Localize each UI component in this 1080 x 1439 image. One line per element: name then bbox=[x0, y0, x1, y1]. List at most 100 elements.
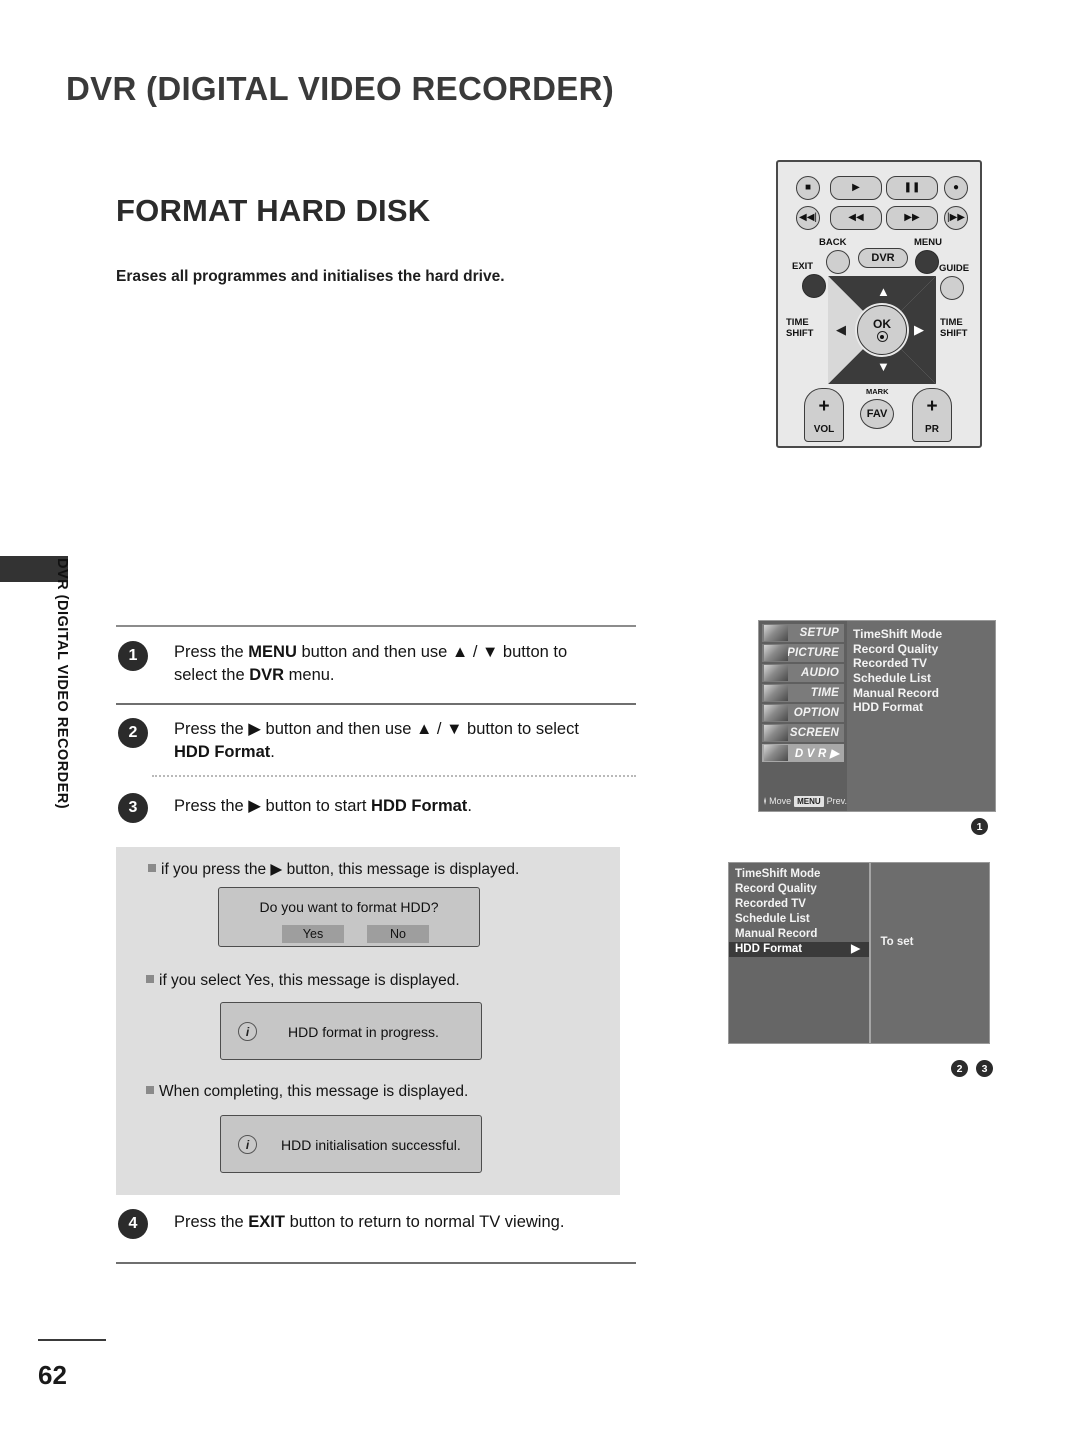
osd-item-manual-record[interactable]: Manual Record bbox=[853, 686, 995, 701]
dpad-right-arrow-icon: ▶ bbox=[914, 322, 924, 337]
skip-back-button[interactable]: ◀◀| bbox=[796, 206, 820, 230]
menu-key-chip: MENU bbox=[794, 795, 824, 807]
step-1-menu-keyword: MENU bbox=[248, 643, 297, 661]
step-3-hdd-format-keyword: HDD Format bbox=[371, 797, 468, 815]
step-1-line2-c: menu. bbox=[284, 666, 335, 685]
menu-button[interactable] bbox=[915, 250, 939, 274]
messages-panel: if you press the ▶ button, this message … bbox=[116, 847, 620, 1195]
osd-category-option-label: OPTION bbox=[793, 707, 839, 719]
bullet-square-icon bbox=[148, 864, 156, 872]
step-2-text: Press the ▶ button and then use ▲ / ▼ bu… bbox=[174, 718, 644, 765]
note-1: if you press the ▶ button, this message … bbox=[148, 860, 519, 879]
exit-button[interactable] bbox=[802, 274, 826, 298]
pr-label: PR bbox=[925, 423, 939, 435]
divider-step1-step2 bbox=[116, 703, 636, 705]
osd-status-prev-label: Prev. bbox=[826, 796, 847, 806]
osd-submenu-item-record-quality[interactable]: Record Quality bbox=[729, 882, 869, 897]
ok-dot-icon bbox=[876, 331, 888, 343]
time-shift-right-line2: SHIFT bbox=[940, 327, 968, 339]
step-3-line1-a: Press the ▶ button to start bbox=[174, 797, 372, 815]
osd-main-menu-screenshot: SETUP PICTURE AUDIO TIME OPTION SCREEN D… bbox=[758, 620, 996, 812]
back-button[interactable] bbox=[826, 250, 850, 274]
step-2-line2-c: . bbox=[270, 743, 275, 762]
dpad-down-arrow-icon: ▼ bbox=[877, 359, 890, 374]
stop-icon: ■ bbox=[804, 182, 812, 193]
setup-icon bbox=[764, 625, 788, 641]
menu-label: MENU bbox=[914, 237, 942, 248]
osd-submenu-item-column: TimeShift Mode Record Quality Recorded T… bbox=[729, 863, 869, 1043]
osd-category-column: SETUP PICTURE AUDIO TIME OPTION SCREEN D… bbox=[759, 621, 847, 811]
osd-category-time[interactable]: TIME bbox=[762, 684, 844, 702]
success-dialog-text: HDD initialisation successful. bbox=[281, 1137, 461, 1153]
step-2-number: 2 bbox=[118, 718, 148, 748]
dpad[interactable]: ▲ ▼ ◀ ▶ OK bbox=[828, 276, 936, 384]
confirm-yes-button[interactable]: Yes bbox=[282, 925, 344, 943]
ok-button[interactable]: OK bbox=[857, 305, 907, 355]
time-icon bbox=[764, 685, 788, 701]
osd-category-picture-label: PICTURE bbox=[787, 647, 839, 659]
confirm-dialog-title: Do you want to format HDD? bbox=[259, 899, 439, 915]
osd-submenu-item-hdd-format-label: HDD Format bbox=[735, 942, 803, 955]
chapter-title: DVR (DIGITAL VIDEO RECORDER) bbox=[66, 70, 615, 107]
record-button[interactable]: ● bbox=[944, 176, 968, 200]
manual-page: DVR (DIGITAL VIDEO RECORDER) FORMAT HARD… bbox=[0, 0, 1080, 1439]
osd-category-picture[interactable]: PICTURE bbox=[762, 644, 844, 662]
divider-step2-step3-dotted bbox=[152, 775, 636, 777]
osd-category-audio[interactable]: AUDIO bbox=[762, 664, 844, 682]
back-label: BACK bbox=[819, 237, 847, 248]
ok-button-label: OK bbox=[873, 316, 891, 331]
osd-item-timeshift-mode[interactable]: TimeShift Mode bbox=[853, 627, 995, 642]
osd-category-screen[interactable]: SCREEN bbox=[762, 724, 844, 742]
osd-category-setup[interactable]: SETUP bbox=[762, 624, 844, 642]
osd-item-hdd-format[interactable]: HDD Format bbox=[853, 700, 995, 715]
osd-submenu-item-manual-record[interactable]: Manual Record bbox=[729, 927, 869, 942]
osd-submenu-item-schedule-list[interactable]: Schedule List bbox=[729, 912, 869, 927]
dpad-left-arrow-icon: ◀ bbox=[836, 322, 846, 337]
osd-category-setup-label: SETUP bbox=[799, 627, 839, 639]
fav-button[interactable]: FAV bbox=[860, 399, 894, 429]
osd-status-move-label: Move bbox=[769, 796, 792, 806]
guide-button[interactable] bbox=[940, 276, 964, 300]
osd-category-audio-label: AUDIO bbox=[800, 667, 839, 679]
osd-item-recorded-tv[interactable]: Recorded TV bbox=[853, 656, 995, 671]
osd-status-bar: Move MENU Prev. bbox=[759, 791, 847, 811]
stop-button[interactable]: ■ bbox=[796, 176, 820, 200]
osd-submenu-item-recorded-tv[interactable]: Recorded TV bbox=[729, 897, 869, 912]
info-icon: i bbox=[238, 1022, 257, 1041]
page-number: 62 bbox=[38, 1360, 67, 1390]
pause-button[interactable]: ❚❚ bbox=[886, 176, 938, 200]
rewind-icon: ◀◀ bbox=[848, 212, 864, 223]
osd-category-option[interactable]: OPTION bbox=[762, 704, 844, 722]
exit-label: EXIT bbox=[792, 261, 814, 272]
dvr-button[interactable]: DVR bbox=[858, 248, 908, 268]
volume-button[interactable]: + VOL bbox=[804, 388, 844, 442]
step-4-number: 4 bbox=[118, 1209, 148, 1239]
footer-rule bbox=[38, 1339, 106, 1341]
step-1-text: Press the MENU button and then use ▲ / ▼… bbox=[174, 641, 644, 688]
osd-category-time-label: TIME bbox=[810, 687, 839, 699]
info-icon: i bbox=[238, 1135, 257, 1154]
divider-top bbox=[116, 625, 636, 627]
skip-forward-button[interactable]: |▶▶ bbox=[944, 206, 968, 230]
osd-submenu-item-hdd-format[interactable]: HDD Format ▶ bbox=[729, 941, 869, 957]
osd-submenu-item-timeshift-mode[interactable]: TimeShift Mode bbox=[729, 867, 869, 882]
step-4-exit-keyword: EXIT bbox=[248, 1213, 285, 1231]
confirm-no-button[interactable]: No bbox=[367, 925, 429, 943]
fast-forward-button[interactable]: ▶▶ bbox=[886, 206, 938, 230]
note-1-text: if you press the ▶ button, this message … bbox=[161, 861, 520, 878]
osd-category-dvr-label: D V R ▶ bbox=[794, 748, 839, 760]
success-dialog: i HDD initialisation successful. bbox=[220, 1115, 482, 1173]
chevron-right-icon: ▶ bbox=[851, 942, 860, 955]
screen-icon bbox=[764, 725, 788, 741]
note-2-text: if you select Yes, this message is displ… bbox=[159, 972, 460, 989]
play-button[interactable]: ▶ bbox=[830, 176, 882, 200]
programme-button[interactable]: + PR bbox=[912, 388, 952, 442]
rewind-button[interactable]: ◀◀ bbox=[830, 206, 882, 230]
move-arrows-icon bbox=[764, 797, 767, 805]
osd-item-record-quality[interactable]: Record Quality bbox=[853, 642, 995, 657]
picture-icon bbox=[764, 645, 788, 661]
option-icon bbox=[764, 705, 788, 721]
step-1-line1-c: button and then use ▲ / ▼ button to bbox=[296, 643, 568, 661]
osd-item-schedule-list[interactable]: Schedule List bbox=[853, 671, 995, 686]
osd-category-dvr[interactable]: D V R ▶ bbox=[762, 744, 844, 762]
